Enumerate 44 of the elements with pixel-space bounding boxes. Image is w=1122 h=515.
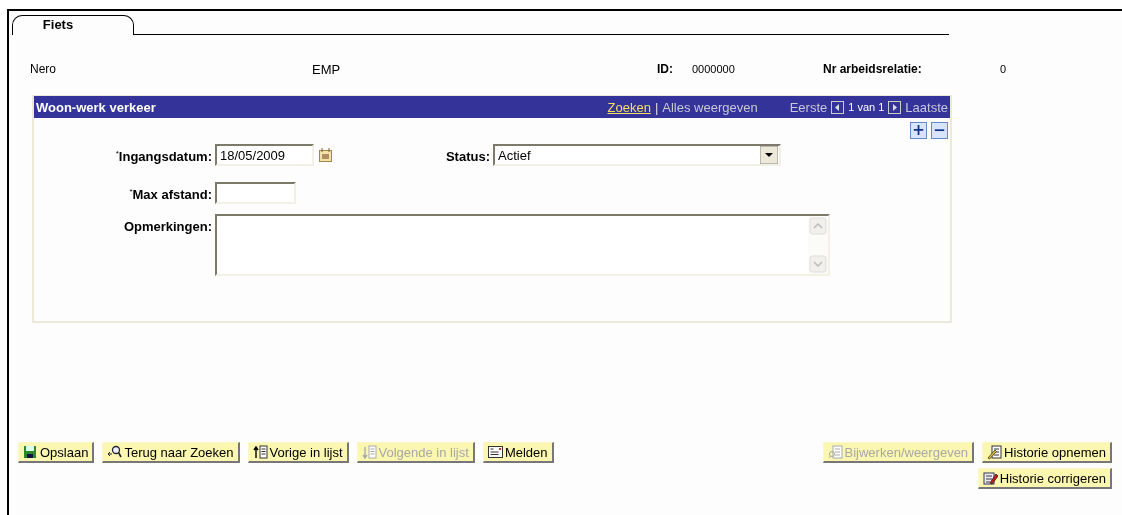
field-label: Opmerkingen: xyxy=(122,218,213,234)
pencil-document-icon xyxy=(987,444,1003,460)
first-link[interactable]: Eerste xyxy=(789,99,828,115)
action-button[interactable]: Opslaan xyxy=(18,442,95,463)
record-position: 1 van 1 xyxy=(848,101,885,113)
search-link[interactable]: Zoeken xyxy=(607,99,651,115)
next-icon xyxy=(888,100,902,114)
relation-value: 0 xyxy=(1000,63,1007,75)
separator: | xyxy=(654,99,659,115)
relation-label: Nr arbeidsrelatie: xyxy=(823,62,923,76)
document-icon xyxy=(827,444,843,460)
dropdown-arrow-icon[interactable] xyxy=(760,146,778,164)
last-link[interactable]: Laatste xyxy=(905,99,948,115)
add-row-button[interactable]: + xyxy=(910,122,927,139)
id-value: 0000000 xyxy=(692,63,736,75)
pencil-icon xyxy=(982,470,998,486)
show-all-link[interactable]: Alles weergeven xyxy=(662,99,758,115)
calendar-icon xyxy=(319,148,332,162)
tab[interactable]: Fiets xyxy=(12,15,134,35)
action-button: Bijwerken/weergeven xyxy=(822,442,975,463)
remarks-field[interactable] xyxy=(215,214,830,276)
date-field[interactable]: 18/05/2009 xyxy=(215,144,314,166)
action-button[interactable]: Terug naar Zoeken xyxy=(102,442,240,463)
down-arrow-list-icon xyxy=(361,444,377,460)
employee-type: EMP xyxy=(312,61,342,77)
action-button[interactable]: Melden xyxy=(482,442,554,463)
magnifier-icon xyxy=(107,444,123,460)
id-label: ID: xyxy=(657,62,674,76)
panel-title: Woon-werk verkeer xyxy=(36,99,156,115)
employee-name: Nero xyxy=(30,62,57,76)
action-button[interactable]: Vorige in lijst xyxy=(247,442,349,463)
scrollbar[interactable] xyxy=(808,216,828,274)
field-label: $^{*}$Ingangsdatum: xyxy=(114,148,213,165)
status-dropdown[interactable]: Actief xyxy=(493,144,781,166)
delete-row-button[interactable]: − xyxy=(931,122,948,139)
note-icon xyxy=(487,444,503,460)
distance-field[interactable] xyxy=(215,182,296,204)
previous-icon xyxy=(831,100,845,114)
field-label: Status: xyxy=(444,148,491,164)
up-arrow-list-icon xyxy=(252,444,268,460)
action-button: Volgende in lijst xyxy=(356,442,475,463)
action-button[interactable]: Historie opnemen xyxy=(982,442,1112,463)
field-label: $^{*}$Max afstand: xyxy=(128,186,213,203)
action-button[interactable]: Historie corrigeren xyxy=(977,468,1112,489)
